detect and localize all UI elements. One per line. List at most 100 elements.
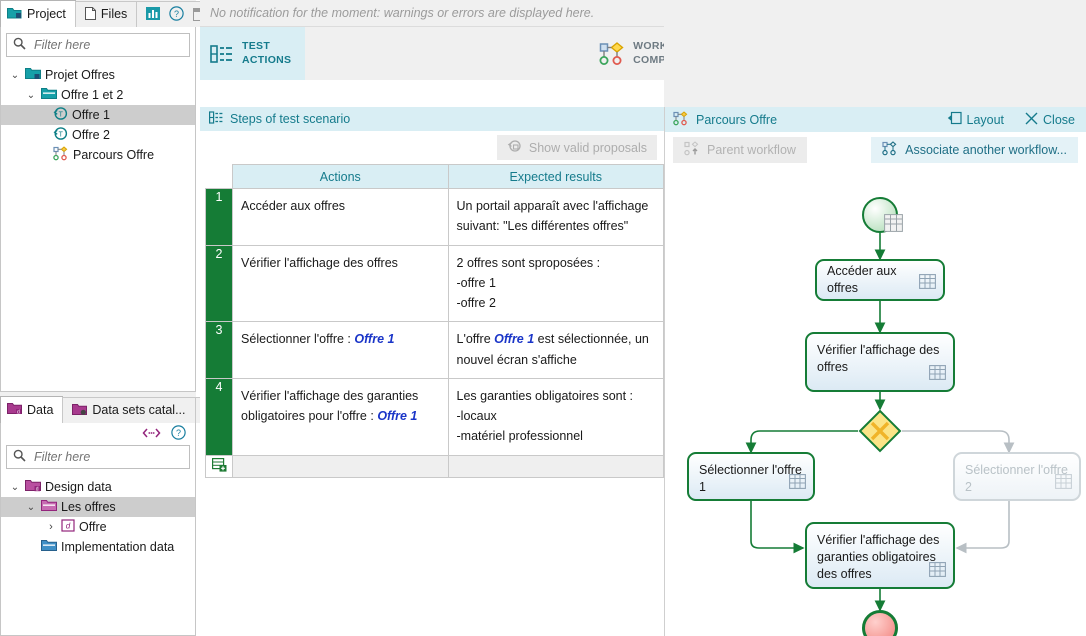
test-icon: T <box>53 106 68 124</box>
workflow-panel-header: Parcours Offre Layout Close <box>665 107 1086 132</box>
chevron-down-icon[interactable]: ⌄ <box>25 502 37 513</box>
add-row-action-cell <box>232 454 449 478</box>
help-icon[interactable]: ? <box>169 5 185 24</box>
workflow-start-node[interactable] <box>862 197 903 233</box>
left-sidebar: Project Files ? Filter here ⌄ Projet Off… <box>0 0 230 636</box>
svg-text:?: ? <box>174 9 179 19</box>
test-icon: T <box>53 126 68 144</box>
show-valid-proposals-label: Show valid proposals <box>528 140 647 155</box>
workflow-node-label: Vérifier l'affichage des offres <box>817 343 940 374</box>
tree-item-les-offres[interactable]: ⌄ Les offres <box>1 497 195 517</box>
chevron-down-icon[interactable]: ⌄ <box>25 90 37 101</box>
cell-text: Sélectionner l'offre : <box>241 332 355 347</box>
row-number: 2 <box>204 244 234 323</box>
parent-workflow-button[interactable]: Parent workflow <box>673 136 807 163</box>
table-icon <box>789 474 806 494</box>
cell-action[interactable]: Accéder aux offres <box>232 188 449 246</box>
tree-item-offre-2[interactable]: T Offre 2 <box>1 125 195 145</box>
cell-expected-result[interactable]: Les garanties obligatoires sont : -locaux… <box>447 377 665 456</box>
chevron-down-icon[interactable]: ⌄ <box>9 482 21 493</box>
close-panel-button[interactable]: Close <box>1025 112 1075 128</box>
chart-icon[interactable] <box>146 6 161 23</box>
layout-button[interactable]: Layout <box>947 111 1004 128</box>
table-icon <box>1055 474 1072 494</box>
workflow-node-verifier-garanties[interactable]: Vérifier l'affichage des garanties oblig… <box>805 522 955 589</box>
workflow-node-acceder-aux-offres[interactable]: Accéder aux offres <box>815 259 945 301</box>
workflow-gateway-node[interactable] <box>858 409 902 453</box>
expand-collapse-icon[interactable] <box>142 427 161 442</box>
workflow-toolbar: Parent workflow Associate another workfl <box>665 132 1086 167</box>
project-filter-input[interactable] <box>32 37 199 53</box>
ribbon-test-actions[interactable]: TEST ACTIONS <box>200 27 306 80</box>
ribbon-test-actions-line2: ACTIONS <box>242 53 292 66</box>
add-row-button[interactable] <box>204 454 234 478</box>
workflow-panel-title: Parcours Offre <box>696 112 778 127</box>
svg-text:d: d <box>66 522 71 531</box>
workflow-node-label: Vérifier l'affichage des garanties oblig… <box>817 533 940 581</box>
chevron-right-icon[interactable]: › <box>45 521 57 533</box>
data-item-icon: d <box>61 519 75 535</box>
cell-action[interactable]: Sélectionner l'offre : Offre 1 <box>232 321 449 379</box>
workflow-canvas[interactable]: Accéder aux offres Vérifier l'affichage … <box>665 167 1086 636</box>
cell-expected-result[interactable]: 2 offres sont sproposées : -offre 1 -offre… <box>447 244 665 323</box>
data-filter-input[interactable] <box>32 449 199 465</box>
chevron-down-icon[interactable]: ⌄ <box>9 70 21 81</box>
parent-workflow-icon <box>684 140 700 159</box>
data-panel: ? ⌄ d Design data ⌄ <box>0 423 199 636</box>
workflow-node-label: Sélectionner l'offre 1 <box>699 463 802 494</box>
tree-item-design-data[interactable]: ⌄ d Design data <box>1 477 195 497</box>
tree-item-offre-data[interactable]: › d Offre <box>1 517 195 537</box>
tab-data[interactable]: d Data <box>0 396 64 423</box>
cell-expected-result[interactable]: Un portail apparaît avec l'affichage sui… <box>447 188 665 246</box>
cell-action[interactable]: Vérifier l'affichage des garanties oblig… <box>232 377 449 456</box>
table-row[interactable]: 3 Sélectionner l'offre : Offre 1 L'offre O… <box>204 321 665 379</box>
tree-item-label: Offre 1 et 2 <box>61 88 124 102</box>
svg-text:?: ? <box>176 428 181 438</box>
tab-project[interactable]: Project <box>0 0 76 27</box>
steps-title: Steps of test scenario <box>230 112 351 126</box>
data-icon: d <box>7 402 22 418</box>
data-folder-icon <box>41 499 57 515</box>
table-row[interactable]: 1 Accéder aux offres Un portail apparaît a… <box>204 188 665 246</box>
data-tree: ⌄ d Design data ⌄ Les offres › d Offre I… <box>1 475 195 559</box>
svg-text:d: d <box>17 409 20 415</box>
workflow-node-selectionner-offre-2[interactable]: Sélectionner l'offre 2 <box>953 452 1081 501</box>
table-row[interactable]: 2 Vérifier l'affichage des offres 2 offres… <box>204 244 665 323</box>
dataset-icon <box>72 403 88 419</box>
workflow-node-label: Sélectionner l'offre 2 <box>965 463 1068 494</box>
tree-item-offre-1-et-2[interactable]: ⌄ Offre 1 et 2 <box>1 85 195 105</box>
data-filter[interactable] <box>6 445 199 469</box>
folder-icon <box>41 87 57 103</box>
tree-item-label: Projet Offres <box>45 68 115 82</box>
table-row[interactable]: 4 Vérifier l'affichage des garanties obli… <box>204 377 665 456</box>
parent-workflow-label: Parent workflow <box>707 142 796 157</box>
workflow-node-selectionner-offre-1[interactable]: Sélectionner l'offre 1 <box>687 452 815 501</box>
steps-table-header-row: Actions Expected results <box>205 164 665 189</box>
show-valid-proposals-button[interactable]: Show valid proposals <box>496 135 657 160</box>
project-filter[interactable] <box>6 33 199 57</box>
tree-item-label: Offre 1 <box>72 108 110 122</box>
tree-item-label: Les offres <box>61 500 116 514</box>
row-number-header <box>205 164 233 189</box>
svg-text:d: d <box>36 486 39 492</box>
tree-item-projet-offres[interactable]: ⌄ Projet Offres <box>1 65 195 85</box>
cell-text: Vérifier l'affichage des offres <box>241 255 398 270</box>
add-row[interactable] <box>204 454 665 478</box>
workflow-node-label: Accéder aux offres <box>827 264 897 295</box>
table-icon <box>919 274 936 294</box>
workflow-icon <box>673 110 689 129</box>
workflow-node-verifier-affichage-offres[interactable]: Vérifier l'affichage des offres <box>805 332 955 392</box>
help-icon[interactable]: ? <box>171 425 186 443</box>
tree-item-parcours-offre[interactable]: Parcours Offre <box>1 145 195 165</box>
tree-item-implementation-data[interactable]: › Implementation data <box>1 537 195 557</box>
tab-data-sets-catalog[interactable]: Data sets catal... <box>62 397 196 423</box>
svg-text:T: T <box>59 112 64 119</box>
associate-workflow-button[interactable]: Associate another workflow... <box>871 136 1078 163</box>
cell-text: Les garanties obligatoires sont : <box>456 388 634 403</box>
associate-workflow-label: Associate another workflow... <box>905 142 1067 157</box>
cell-action[interactable]: Vérifier l'affichage des offres <box>232 244 449 323</box>
cell-expected-result[interactable]: L'offre Offre 1 est sélectionnée, un nou… <box>447 321 665 379</box>
tab-files[interactable]: Files <box>74 1 138 27</box>
tab-files-label: Files <box>100 7 128 22</box>
tree-item-offre-1[interactable]: T Offre 1 <box>1 105 195 125</box>
